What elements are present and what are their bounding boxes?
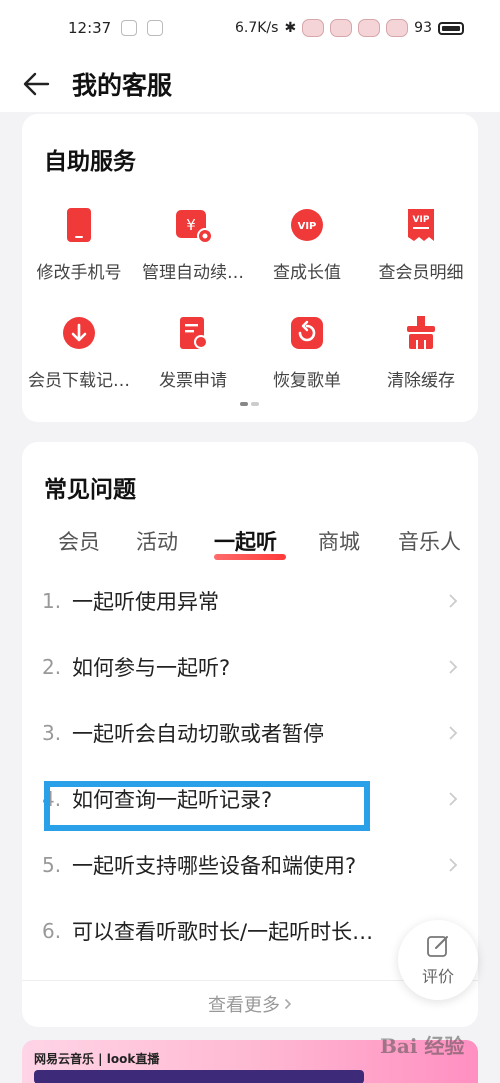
svc-label: 修改手机号 [36, 263, 122, 283]
bluetooth-icon: ✱ [284, 20, 297, 36]
banner-text: 网易云音乐 | look直播 [34, 1052, 160, 1066]
sticker-icon [302, 19, 325, 37]
tab-member[interactable]: 会员 [58, 526, 100, 556]
chevron-right-icon [284, 998, 292, 1010]
faq-item[interactable]: 1. 一起听使用异常 [22, 568, 478, 634]
page-dot [251, 402, 259, 406]
svc-label: 恢复歌单 [273, 371, 341, 391]
faq-question: 一起听使用异常 [72, 590, 219, 614]
svc-label: 查会员明细 [378, 263, 464, 283]
edit-icon [427, 936, 448, 957]
header: 我的客服 [0, 56, 500, 112]
svc-label: 发票申请 [159, 371, 227, 391]
faq-list: 1. 一起听使用异常 2. 如何参与一起听? 3. 一起听会自动切歌或者暂停 4… [22, 568, 478, 964]
svc-member-detail[interactable]: VIP 查会员明细 [364, 202, 478, 310]
notification-icon [121, 20, 138, 36]
faq-number: 4. [42, 787, 62, 811]
faq-number: 2. [42, 655, 62, 679]
vip-receipt-icon: VIP [408, 209, 434, 241]
chevron-right-icon [449, 792, 458, 806]
watermark: Bai 经验 [380, 1034, 465, 1058]
faq-number: 3. [42, 721, 62, 745]
clear-cache-icon [407, 316, 435, 349]
battery-level: 93 [414, 20, 432, 36]
tab-mall[interactable]: 商城 [318, 526, 360, 556]
faq-question: 如何查询一起听记录? [72, 788, 273, 812]
self-service-card: 自助服务 修改手机号 ¥ 管理自动续… VIP 查成长值 VIP 查会员明细 会… [22, 114, 478, 422]
faq-number: 1. [42, 589, 62, 613]
chevron-right-icon [449, 660, 458, 674]
svg-text:VIP: VIP [413, 215, 430, 225]
chevron-right-icon [449, 594, 458, 608]
svg-text:VIP: VIP [298, 221, 317, 232]
faq-question: 如何参与一起听? [72, 656, 231, 680]
status-left: 12:37 [68, 19, 164, 37]
page-title: 我的客服 [72, 71, 173, 100]
svc-label: 清除缓存 [387, 371, 455, 391]
review-button[interactable]: 评价 [398, 920, 478, 1000]
faq-item[interactable]: 3. 一起听会自动切歌或者暂停 [22, 700, 478, 766]
invoice-icon [180, 317, 208, 349]
svc-invoice[interactable]: 发票申请 [136, 310, 250, 418]
status-bar: 12:37 6.7K/s ✱ 93 [0, 0, 500, 56]
faq-item[interactable]: 5. 一起听支持哪些设备和端使用? [22, 832, 478, 898]
faq-item[interactable]: 2. 如何参与一起听? [22, 634, 478, 700]
page-dot-active [240, 402, 248, 406]
sticker-icon-4 [386, 19, 409, 37]
tab-activity[interactable]: 活动 [136, 526, 178, 556]
faq-question: 一起听支持哪些设备和端使用? [72, 854, 357, 878]
sticker-icon-2 [330, 19, 353, 37]
svc-label: 会员下载记… [28, 371, 130, 391]
faq-number: 6. [42, 919, 62, 943]
tab-listen-together[interactable]: 一起听 [214, 526, 277, 556]
review-label: 评价 [421, 967, 454, 986]
svg-text:¥: ¥ [186, 216, 196, 234]
self-service-title: 自助服务 [44, 149, 136, 175]
faq-item[interactable]: 4. 如何查询一起听记录? [22, 766, 478, 832]
auto-renew-icon: ¥ [176, 210, 212, 244]
back-arrow-icon[interactable] [22, 70, 50, 98]
download-icon [63, 317, 95, 349]
svc-restore-playlist[interactable]: 恢复歌单 [250, 310, 364, 418]
restore-playlist-icon [291, 317, 323, 349]
battery-icon [438, 21, 464, 35]
banner-graphic [34, 1070, 364, 1083]
page-indicator [240, 402, 259, 406]
faq-number: 5. [42, 853, 62, 877]
svc-growth-value[interactable]: VIP 查成长值 [250, 202, 364, 310]
network-speed: 6.7K/s [234, 20, 279, 36]
svc-label: 管理自动续… [142, 263, 244, 283]
faq-question: 可以查看听歌时长/一起听时长… [72, 920, 374, 944]
chevron-right-icon [449, 858, 458, 872]
status-time: 12:37 [68, 19, 112, 37]
chevron-right-icon [449, 726, 458, 740]
faq-title: 常见问题 [44, 477, 136, 503]
self-service-grid: 修改手机号 ¥ 管理自动续… VIP 查成长值 VIP 查会员明细 会员下载记…… [22, 202, 478, 418]
faq-question: 一起听会自动切歌或者暂停 [72, 722, 324, 746]
svc-change-phone[interactable]: 修改手机号 [22, 202, 136, 310]
sticker-icon-3 [358, 19, 381, 37]
notification-icon-2 [147, 20, 164, 36]
status-right: 6.7K/s ✱ 93 [235, 19, 464, 37]
tab-musician[interactable]: 音乐人 [398, 526, 461, 556]
svc-download-record[interactable]: 会员下载记… [22, 310, 136, 418]
svc-label: 查成长值 [273, 263, 341, 283]
phone-icon [67, 208, 91, 242]
vip-growth-icon: VIP [291, 209, 323, 241]
svc-auto-renew[interactable]: ¥ 管理自动续… [136, 202, 250, 310]
svc-clear-cache[interactable]: 清除缓存 [364, 310, 478, 418]
see-more-label: 查看更多 [208, 995, 280, 1016]
faq-tabs: 会员 活动 一起听 商城 音乐人 [22, 520, 478, 568]
